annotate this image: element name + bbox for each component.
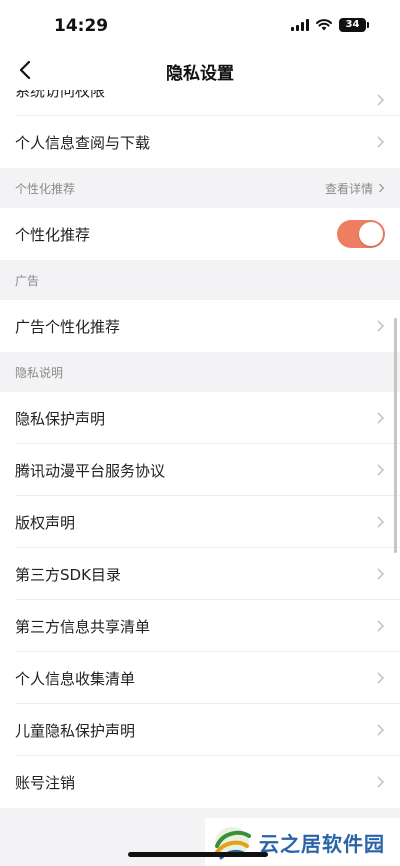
list-item-label: 个人信息收集清单 (15, 669, 136, 688)
list-item-label: 腾讯动漫平台服务协议 (15, 461, 166, 480)
chevron-right-icon (377, 672, 385, 684)
list-item-privacy-3[interactable]: 第三方SDK目录 (0, 548, 400, 600)
list-item-privacy-1[interactable]: 腾讯动漫平台服务协议 (0, 444, 400, 496)
watermark: 云之居软件园 (205, 818, 400, 866)
scrollbar[interactable] (394, 318, 397, 553)
section-title: 个性化推荐 (15, 181, 76, 196)
settings-list: 系统访问权限 个人信息查阅与下载 个性化推荐 查看详情 个性化推荐 广告 广告个… (0, 90, 400, 866)
personalize-toggle[interactable] (337, 220, 385, 248)
list-item-ad-personalize[interactable]: 广告个性化推荐 (0, 300, 400, 352)
section-header-privacy: 隐私说明 (0, 352, 400, 392)
list-item-personalize-toggle: 个性化推荐 (0, 208, 400, 260)
section-header-personalize: 个性化推荐 查看详情 (0, 168, 400, 208)
battery-icon: 34 (339, 18, 369, 32)
list-item-label: 儿童隐私保护声明 (15, 721, 136, 740)
list-item-label: 第三方信息共享清单 (15, 617, 151, 636)
chevron-right-icon (378, 183, 385, 193)
list-item-privacy-6[interactable]: 儿童隐私保护声明 (0, 704, 400, 756)
chevron-right-icon (377, 136, 385, 148)
chevron-right-icon (377, 412, 385, 424)
list-item-label: 第三方SDK目录 (15, 565, 121, 584)
list-item-label: 系统访问权限 (15, 90, 106, 100)
section-title: 广告 (15, 273, 40, 288)
section-header-ads: 广告 (0, 260, 400, 300)
list-item-privacy-5[interactable]: 个人信息收集清单 (0, 652, 400, 704)
list-item-system-permissions[interactable]: 系统访问权限 (0, 90, 400, 116)
list-item-label: 个人信息查阅与下载 (15, 133, 151, 152)
list-item-personal-info-download[interactable]: 个人信息查阅与下载 (0, 116, 400, 168)
chevron-right-icon (377, 620, 385, 632)
chevron-right-icon (377, 724, 385, 736)
list-item-label: 个性化推荐 (15, 225, 91, 244)
list-item-label: 账号注销 (15, 773, 76, 792)
status-icons: 34 (291, 18, 369, 32)
list-item-privacy-4[interactable]: 第三方信息共享清单 (0, 600, 400, 652)
cellular-signal-icon (291, 19, 309, 31)
view-details-link[interactable]: 查看详情 (325, 180, 385, 197)
privacy-list: 隐私保护声明腾讯动漫平台服务协议 版权声明第三方SDK目录第三方信息共享清单 个人信… (0, 392, 400, 808)
chevron-right-icon (377, 776, 385, 788)
chevron-right-icon (377, 568, 385, 580)
status-time: 14:29 (54, 16, 109, 36)
wifi-icon (316, 19, 332, 31)
section-title: 隐私说明 (15, 365, 64, 380)
list-item-privacy-2[interactable]: 版权声明 (0, 496, 400, 548)
chevron-right-icon (377, 464, 385, 476)
list-item-label: 隐私保护声明 (15, 409, 106, 428)
list-item-privacy-7[interactable]: 账号注销 (0, 756, 400, 808)
chevron-right-icon (377, 320, 385, 332)
chevron-right-icon (377, 94, 385, 106)
status-bar: 14:29 34 (0, 0, 400, 50)
page-title: 隐私设置 (166, 64, 234, 84)
list-item-label: 版权声明 (15, 513, 76, 532)
list-item-privacy-0[interactable]: 隐私保护声明 (0, 392, 400, 444)
chevron-right-icon (377, 516, 385, 528)
nav-bar: 隐私设置 (0, 50, 400, 90)
list-item-label: 广告个性化推荐 (15, 317, 121, 336)
watermark-text: 云之居软件园 (259, 831, 385, 856)
home-indicator[interactable] (128, 852, 268, 857)
